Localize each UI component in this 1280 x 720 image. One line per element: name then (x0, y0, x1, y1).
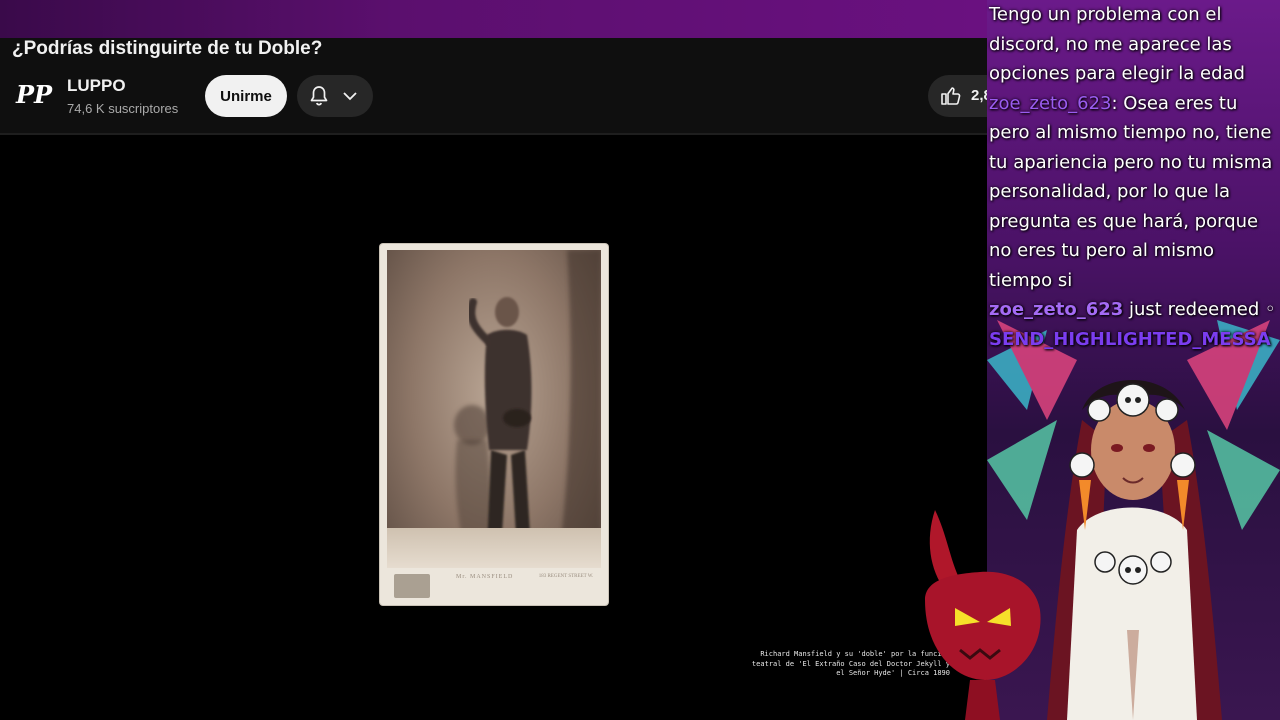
photographer-stamp (394, 574, 430, 598)
points-icon: ◦ (1264, 299, 1276, 320)
channel-avatar[interactable]: PP (14, 75, 54, 115)
join-button[interactable]: Unirme (205, 75, 287, 117)
chat-message: zoe_zeto_623: Osea eres tu pero al mismo… (989, 89, 1279, 296)
chat-separator: : (1111, 92, 1124, 114)
chat-message-text: Tengo un problema con el discord, no me … (989, 4, 1245, 84)
thumbs-up-icon (941, 87, 961, 105)
video-title: ¿Podrías distinguirte de tu Doble? (12, 38, 323, 59)
chat-message: Tengo un problema con el discord, no me … (989, 0, 1279, 89)
red-mascot-creature (925, 510, 1041, 720)
chat-feed: Tengo un problema con el discord, no me … (989, 0, 1279, 354)
chat-username: zoe_zeto_623 (989, 92, 1112, 114)
photo-floor (387, 528, 601, 568)
like-count: 2,8 (971, 87, 987, 104)
chat-message-text: Osea eres tu pero al mismo tiempo no, ti… (989, 92, 1273, 291)
chat-redeem-message: zoe_zeto_623 just redeemed ◦ SEND_HIGHLI… (989, 295, 1279, 354)
chat-redeem-reward: SEND_HIGHLIGHTED_MESSA (989, 328, 1271, 350)
chat-username: zoe_zeto_623 (989, 299, 1124, 320)
channel-name[interactable]: LUPPO (67, 76, 126, 96)
notifications-button[interactable] (297, 75, 373, 117)
chat-redeem-text: just redeemed (1123, 299, 1265, 320)
chevron-down-icon (343, 92, 357, 101)
double-exposure-figures (454, 250, 601, 568)
stream-top-strip (0, 0, 987, 38)
photograph-image (387, 250, 601, 568)
panel-divider (0, 133, 987, 135)
like-button[interactable]: 2,8 (928, 75, 987, 117)
vintage-photograph: Mr. MANSFIELD 183 REGENT STREET W. (380, 244, 608, 605)
photo-subject-label: Mr. MANSFIELD (456, 574, 514, 580)
subscriber-count: 74,6 K suscriptores (67, 101, 179, 116)
photo-studio-address: 183 REGENT STREET W. (538, 574, 594, 579)
bell-icon (310, 86, 328, 106)
